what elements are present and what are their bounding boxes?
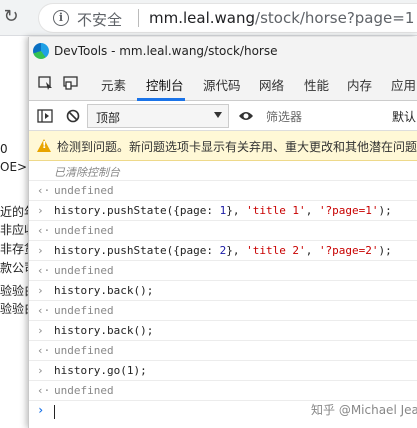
- input-arrow-icon: ›: [37, 244, 44, 257]
- console-result: undefined: [54, 264, 114, 277]
- issues-banner-text: 检测到问题。新问题选项卡显示有关弃用、重大更改和其他潜在问题: [57, 140, 417, 154]
- result-arrow-icon: ‹·: [37, 304, 51, 317]
- result-arrow-icon: ‹·: [37, 384, 51, 397]
- devtools-titlebar: DevTools - mm.leal.wang/stock/horse: [29, 37, 417, 65]
- bg-line: 验验白: [0, 302, 30, 316]
- console-row: ‹· undefined: [29, 181, 417, 201]
- clear-console-icon[interactable]: [66, 109, 80, 123]
- info-icon[interactable]: i: [53, 10, 69, 26]
- input-arrow-icon: ›: [37, 324, 44, 337]
- reload-icon[interactable]: ↻: [0, 2, 22, 32]
- filter-input[interactable]: 筛选器: [259, 104, 379, 128]
- filter-placeholder: 筛选器: [266, 110, 303, 124]
- console-result: undefined: [54, 224, 114, 237]
- console-command: history.back();: [54, 284, 154, 297]
- console-row: 已清除控制台: [29, 161, 417, 181]
- eye-icon[interactable]: [238, 110, 254, 122]
- console-row: › history.pushState({page: 1}, 'title 1'…: [29, 201, 417, 221]
- result-arrow-icon: ‹·: [37, 224, 51, 237]
- edge-devtools-icon: [33, 43, 49, 59]
- background-page: 0 OE> 近的年 非应收 非存货 款公司 验验白 验验白: [0, 37, 30, 428]
- tab-elements[interactable]: 元素: [101, 75, 126, 94]
- console-result: undefined: [54, 184, 114, 197]
- chevron-down-icon: [214, 112, 222, 118]
- browser-toolbar: ↻ i 不安全 mm.leal.wang/stock/horse?page=1: [0, 0, 417, 36]
- console-command: history.go(1);: [54, 364, 147, 377]
- devtools-tabs: 元素 控制台 源代码 网络 性能 内存 应用: [29, 65, 417, 101]
- result-arrow-icon: ‹·: [37, 184, 51, 197]
- console-result: undefined: [54, 344, 114, 357]
- address-bar[interactable]: i 不安全 mm.leal.wang/stock/horse?page=1: [38, 3, 417, 33]
- url-host: mm.leal.wang: [149, 9, 256, 27]
- context-select-value: 顶部: [96, 111, 121, 125]
- console-row: ‹· undefined: [29, 341, 417, 361]
- tab-sources[interactable]: 源代码: [203, 75, 241, 94]
- console-command: history.pushState({page: 2}, 'title 2', …: [54, 244, 392, 257]
- warning-icon: [37, 139, 51, 152]
- watermark: 知乎 @Michael Jean: [311, 403, 417, 417]
- insecure-label: 不安全: [77, 11, 123, 29]
- text-caret: [54, 405, 55, 419]
- tab-network[interactable]: 网络: [259, 75, 284, 94]
- tab-application[interactable]: 应用: [391, 75, 416, 94]
- tab-memory[interactable]: 内存: [347, 75, 372, 94]
- bg-line: 0: [0, 142, 8, 156]
- console-cleared-message: 已清除控制台: [54, 166, 120, 179]
- context-select[interactable]: 顶部: [87, 104, 229, 128]
- console-row: › history.back();: [29, 281, 417, 301]
- tab-console[interactable]: 控制台: [146, 75, 184, 94]
- address-separator: [138, 9, 139, 27]
- tab-performance[interactable]: 性能: [304, 75, 329, 94]
- console-command: history.pushState({page: 1}, 'title 1', …: [54, 204, 392, 217]
- console-result: undefined: [54, 304, 114, 317]
- device-toolbar-icon[interactable]: [63, 76, 79, 90]
- console-row: › history.pushState({page: 2}, 'title 2'…: [29, 241, 417, 261]
- console-command: history.back();: [54, 324, 154, 337]
- console-toolbar: 顶部 筛选器 默认: [29, 101, 417, 131]
- console-row: ‹· undefined: [29, 301, 417, 321]
- bg-line: 非存货: [0, 242, 30, 256]
- devtools-window: DevTools - mm.leal.wang/stock/horse 元素 控…: [28, 37, 417, 428]
- console-row: › history.back();: [29, 321, 417, 341]
- issues-banner[interactable]: 检测到问题。新问题选项卡显示有关弃用、重大更改和其他潜在问题: [29, 131, 417, 161]
- console-result: undefined: [54, 384, 114, 397]
- console-row: ‹· undefined: [29, 261, 417, 281]
- devtools-title: DevTools - mm.leal.wang/stock/horse: [54, 44, 278, 58]
- bg-line: OE>: [0, 160, 28, 174]
- prompt-icon: ›: [37, 403, 45, 417]
- bg-line: 验验白: [0, 284, 30, 298]
- log-levels-dropdown[interactable]: 默认: [392, 108, 416, 125]
- inspect-element-icon[interactable]: [38, 76, 54, 90]
- result-arrow-icon: ‹·: [37, 264, 51, 277]
- input-arrow-icon: ›: [37, 364, 44, 377]
- sidebar-toggle-icon[interactable]: [37, 109, 53, 123]
- result-arrow-icon: ‹·: [37, 344, 51, 357]
- bg-line: 款公司: [0, 261, 30, 275]
- bg-line: 非应收: [0, 223, 30, 237]
- console-row: ‹· undefined: [29, 221, 417, 241]
- input-arrow-icon: ›: [37, 284, 44, 297]
- input-arrow-icon: ›: [37, 204, 44, 217]
- url-text[interactable]: mm.leal.wang/stock/horse?page=1: [149, 9, 414, 27]
- console-row: › history.go(1);: [29, 361, 417, 381]
- bg-line: 近的年: [0, 205, 30, 219]
- console-output: 已清除控制台 ‹· undefined › history.pushState(…: [29, 161, 417, 428]
- console-row: ‹· undefined: [29, 381, 417, 401]
- url-path: /stock/horse?page=1: [255, 9, 415, 27]
